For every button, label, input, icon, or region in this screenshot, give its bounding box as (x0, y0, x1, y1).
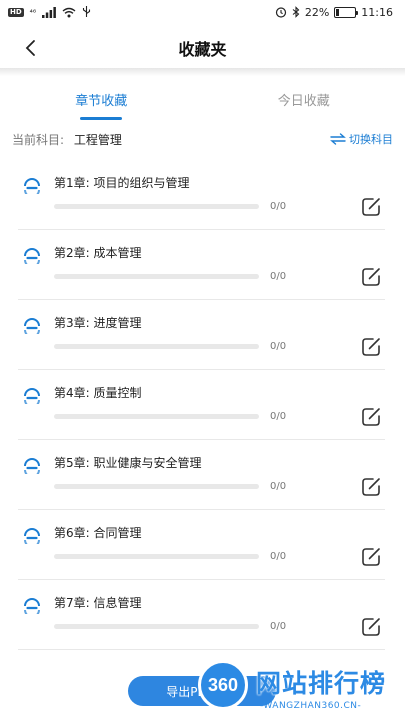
list-item[interactable]: 第3章: 进度管理 0/0 (0, 300, 405, 370)
chapter-title: 第3章: 进度管理 (54, 316, 142, 330)
edit-icon[interactable] (360, 476, 384, 498)
progress-count: 0/0 (270, 551, 287, 562)
progress-bar (54, 624, 259, 629)
edit-icon[interactable] (360, 196, 384, 218)
collapse-icon[interactable] (22, 244, 42, 264)
chapter-title: 第4章: 质量控制 (54, 386, 142, 400)
progress-bar (54, 204, 259, 209)
usb-icon (83, 6, 91, 17)
app-header: 收藏夹 (0, 24, 405, 72)
collapse-icon[interactable] (22, 314, 42, 334)
chapter-title: 第5章: 职业健康与安全管理 (54, 456, 202, 470)
collapse-icon[interactable] (22, 454, 42, 474)
export-pdf-button[interactable]: 导出PDF题目 (128, 676, 276, 706)
wifi-icon (62, 7, 76, 17)
alarm-icon (275, 7, 286, 18)
progress-count: 0/0 (270, 411, 287, 422)
tab-bar: 章节收藏 今日收藏 (0, 80, 405, 124)
switch-subject-label: 切换科目 (349, 133, 393, 146)
progress-count: 0/0 (270, 341, 287, 352)
status-right: 22% 11:16 (275, 6, 393, 19)
progress-bar (54, 344, 259, 349)
progress-bar (54, 274, 259, 279)
tab-label: 今日收藏 (277, 94, 330, 109)
progress-bar (54, 554, 259, 559)
list-item[interactable]: 第6章: 合同管理 0/0 (0, 510, 405, 580)
collapse-icon[interactable] (22, 384, 42, 404)
network-type: ⁴⁶ (29, 7, 37, 17)
battery-fill (336, 8, 339, 16)
edit-icon[interactable] (360, 616, 384, 638)
clock: 11:16 (361, 5, 393, 19)
list-item[interactable]: 第4章: 质量控制 0/0 (0, 370, 405, 440)
list-item[interactable]: 第2章: 成本管理 0/0 (0, 230, 405, 300)
subject-row: 当前科目: 工程管理 切换科目 (0, 128, 405, 150)
subject-value: 工程管理 (73, 132, 122, 147)
chapter-title: 第2章: 成本管理 (54, 246, 142, 260)
current-subject: 当前科目: 工程管理 (12, 131, 122, 148)
collapse-icon[interactable] (22, 524, 42, 544)
bluetooth-icon (292, 6, 300, 18)
signal-icon (42, 6, 56, 18)
list-item[interactable]: 第5章: 职业健康与安全管理 0/0 (0, 440, 405, 510)
edit-icon[interactable] (360, 546, 384, 568)
progress-count: 0/0 (270, 481, 287, 492)
watermark-url: -WANGZHAN360.CN- (260, 701, 362, 711)
collapse-icon[interactable] (22, 594, 42, 614)
list-item[interactable]: 第1章: 项目的组织与管理 0/0 (0, 160, 405, 230)
progress-bar (54, 414, 259, 419)
progress-count: 0/0 (270, 621, 287, 632)
chapter-title: 第6章: 合同管理 (54, 526, 142, 540)
header-shadow (0, 68, 405, 76)
status-bar: HD ⁴⁶ 22% 11:16 (0, 0, 405, 24)
status-left: HD ⁴⁶ (8, 6, 91, 18)
tab-today-favorites[interactable]: 今日收藏 (203, 80, 405, 124)
progress-count: 0/0 (270, 271, 287, 282)
battery-icon (334, 6, 359, 18)
page-title: 收藏夹 (178, 40, 227, 59)
switch-subject-button[interactable]: 切换科目 (330, 131, 393, 147)
tab-chapter-favorites[interactable]: 章节收藏 (0, 80, 203, 124)
edit-icon[interactable] (360, 406, 384, 428)
list-item[interactable]: 第7章: 信息管理 0/0 (0, 580, 405, 650)
subject-label: 当前科目: (12, 132, 65, 147)
edit-icon[interactable] (360, 336, 384, 358)
export-pdf-label: 导出PDF题目 (166, 684, 238, 699)
swap-icon (330, 133, 346, 145)
tab-label: 章节收藏 (75, 94, 128, 109)
collapse-icon[interactable] (22, 174, 42, 194)
divider (18, 649, 385, 650)
chapter-list: 第1章: 项目的组织与管理 0/0 第2章: 成本管理 0/0 第3章: 进度管… (0, 160, 405, 650)
progress-bar (54, 484, 259, 489)
hd-badge: HD (8, 7, 24, 17)
chapter-title: 第1章: 项目的组织与管理 (54, 176, 190, 190)
progress-count: 0/0 (270, 201, 287, 212)
battery-percent: 22% (304, 5, 330, 19)
edit-icon[interactable] (360, 266, 384, 288)
tab-active-indicator (80, 117, 123, 120)
chapter-title: 第7章: 信息管理 (54, 596, 142, 610)
